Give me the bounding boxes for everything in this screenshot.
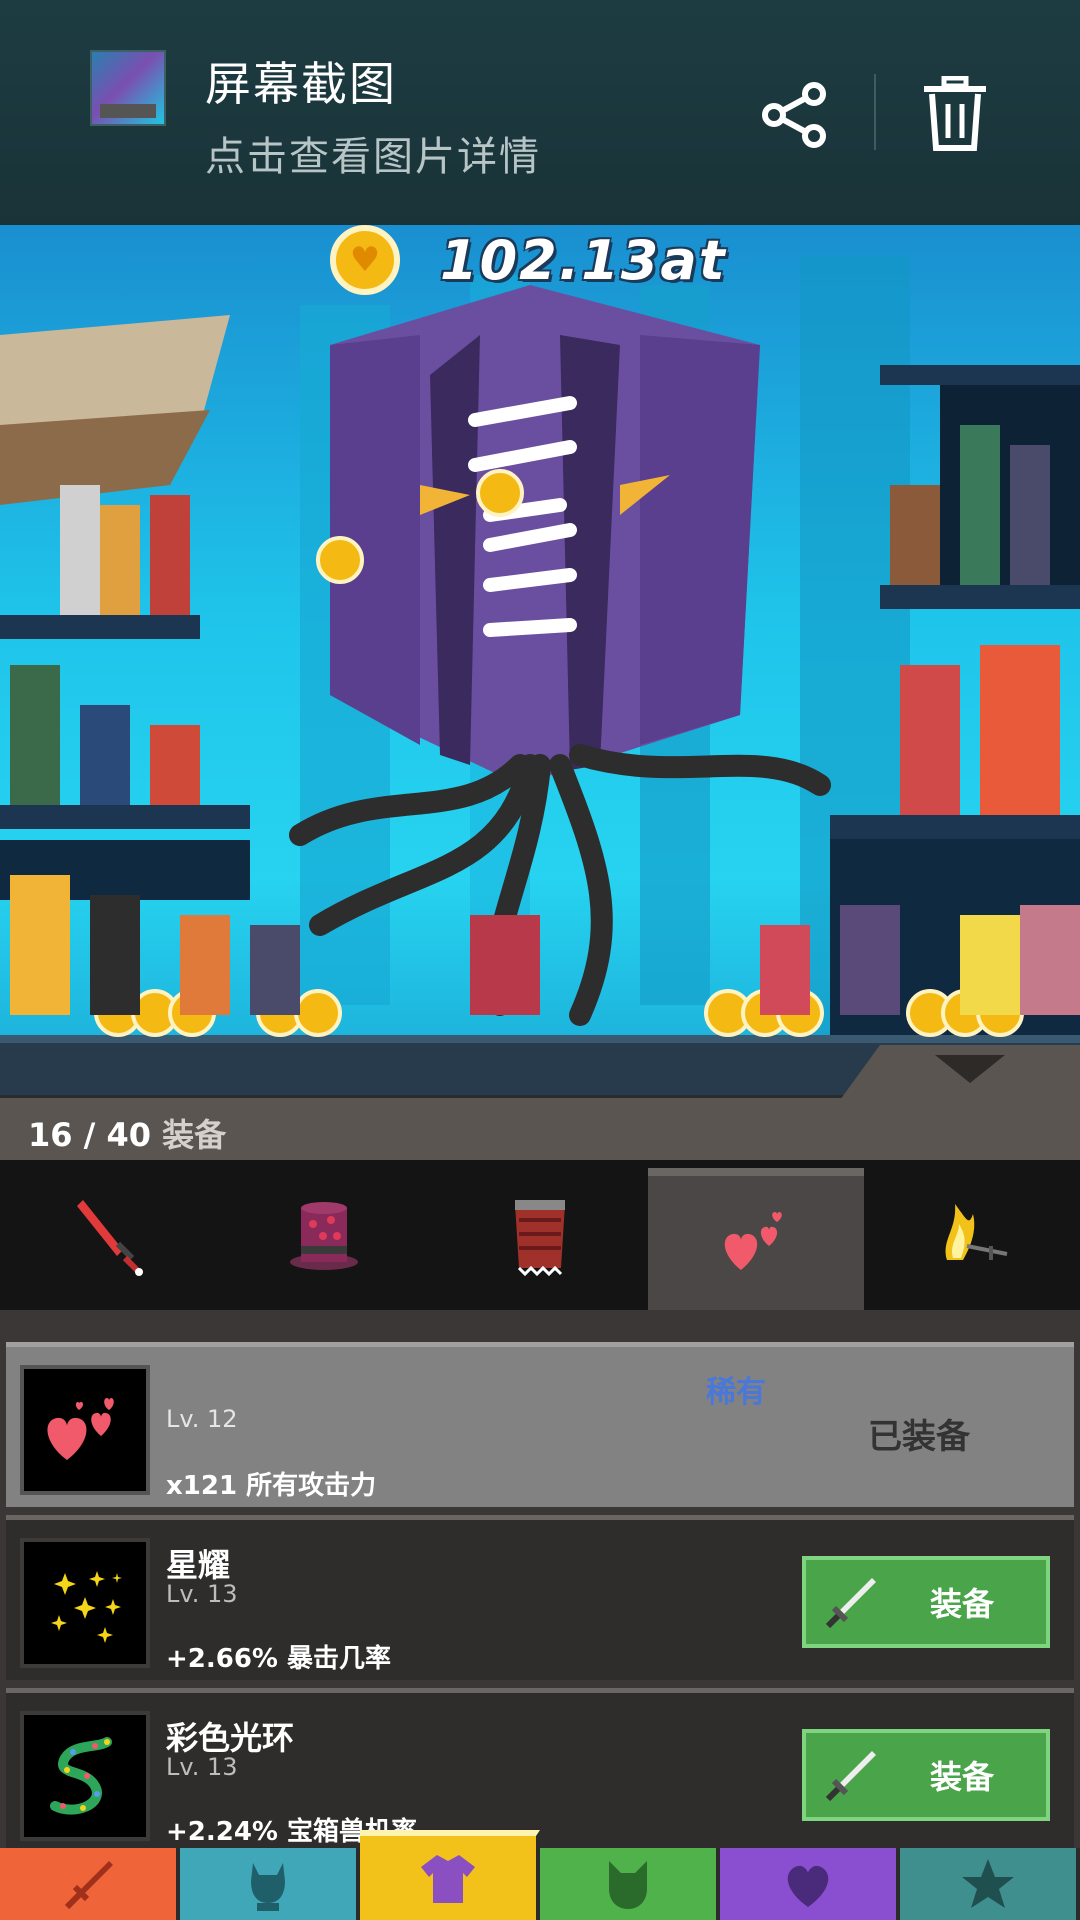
collapse-panel-tab[interactable] [0, 1045, 1080, 1100]
nav-weapons[interactable] [0, 1848, 180, 1920]
equipment-count: 16 / 40 装备 [28, 1110, 226, 1156]
item-effect: x121 所有攻击力 [166, 1471, 377, 1501]
hearts-icon [47, 1398, 114, 1460]
share-icon[interactable] [760, 80, 830, 150]
shirt-icon [421, 1855, 475, 1903]
screenshot-notification[interactable]: 屏幕截图 点击查看图片详情 [0, 0, 1080, 225]
heart-coin-icon: ♥ [330, 225, 400, 295]
item-rarity: 稀有 [706, 1375, 766, 1410]
equipment-category-tabs [0, 1160, 1080, 1310]
hearts-icon [724, 1212, 782, 1270]
tab-weapon[interactable] [0, 1160, 216, 1310]
item-icon [20, 1711, 150, 1841]
star-icon [962, 1859, 1014, 1908]
nav-pets[interactable] [540, 1848, 720, 1920]
equipment-label: 装备 [162, 1116, 227, 1154]
top-hat-icon [290, 1202, 358, 1270]
item-icon [20, 1365, 150, 1495]
battle-illustration [0, 255, 1080, 1095]
game-scene[interactable]: ♥ 102.13at [0, 225, 1080, 1095]
tab-accessory[interactable] [648, 1168, 864, 1310]
currency-amount: 102.13at [440, 228, 727, 292]
item-level: Lv. 13 [166, 1753, 238, 1781]
nav-achievements[interactable] [900, 1848, 1080, 1920]
list-item[interactable]: 星耀 Lv. 13 +2.66% 暴击几率 装备 [6, 1515, 1074, 1680]
item-icon [20, 1538, 150, 1668]
equipped-status: 已装备 [868, 1417, 970, 1457]
screenshot-thumbnail[interactable] [90, 50, 166, 126]
nav-relics[interactable] [720, 1848, 900, 1920]
rainbow-trail-icon [50, 1737, 112, 1815]
equipment-owned: 16 [28, 1116, 73, 1154]
tab-special[interactable] [864, 1160, 1080, 1310]
tabs-divider [0, 1310, 1080, 1332]
item-level: Lv. 13 [166, 1580, 238, 1608]
bottom-nav [0, 1830, 1080, 1920]
trash-icon[interactable] [920, 76, 990, 152]
divider [874, 74, 876, 150]
armor-icon [515, 1200, 565, 1277]
sword-icon [64, 1861, 113, 1910]
item-level: Lv. 12 [166, 1405, 238, 1433]
list-item[interactable]: 彩色光环 Lv. 13 +2.24% 宝箱兽机率 装备 [6, 1688, 1074, 1853]
tab-helmet[interactable] [216, 1160, 432, 1310]
sword-icon [825, 1578, 876, 1629]
equip-button[interactable]: 装备 [802, 1556, 1050, 1648]
hero-icon [251, 1863, 285, 1911]
equipment-header: 16 / 40 装备 [0, 1098, 1080, 1160]
stars-icon [51, 1571, 122, 1643]
nav-equipment[interactable] [360, 1830, 540, 1920]
nav-heroes[interactable] [180, 1848, 360, 1920]
pet-icon [609, 1861, 647, 1909]
tab-armor[interactable] [432, 1160, 648, 1310]
currency-display: ♥ 102.13at [330, 225, 727, 295]
equip-button[interactable]: 装备 [802, 1729, 1050, 1821]
equipment-list: 稀有 Lv. 12 x121 所有攻击力 已装备 星耀 Lv. 13 +2.66… [0, 1332, 1080, 1902]
item-effect: +2.66% 暴击几率 [166, 1644, 392, 1674]
equipment-total: 40 [106, 1116, 152, 1154]
notification-subtitle: 点击查看图片详情 [205, 134, 541, 180]
sword-icon [77, 1200, 143, 1276]
flame-sword-icon [945, 1204, 1008, 1260]
equipment-separator: / [83, 1116, 96, 1154]
equip-button-label: 装备 [930, 1758, 995, 1796]
notification-title: 屏幕截图 [205, 57, 397, 111]
sword-icon [825, 1751, 876, 1802]
list-item[interactable]: 稀有 Lv. 12 x121 所有攻击力 已装备 [6, 1342, 1074, 1507]
equip-button-label: 装备 [930, 1585, 995, 1623]
heart-icon [787, 1865, 829, 1907]
